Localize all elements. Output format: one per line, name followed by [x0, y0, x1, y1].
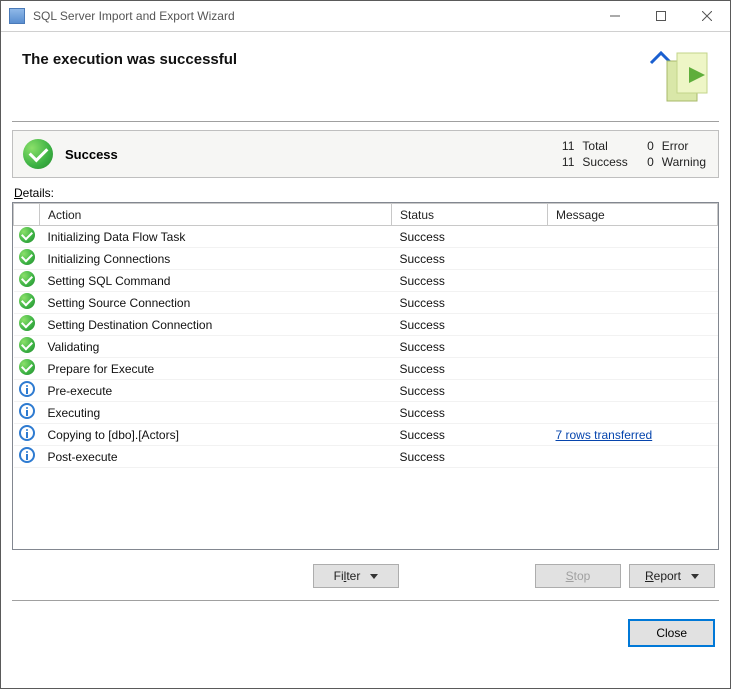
cell-message: [548, 358, 718, 380]
table-row[interactable]: Pre-executeSuccess: [14, 380, 718, 402]
success-count: 11: [556, 155, 574, 169]
table-row[interactable]: Setting SQL CommandSuccess: [14, 270, 718, 292]
cell-action: Post-execute: [40, 446, 392, 468]
cell-action: Copying to [dbo].[Actors]: [40, 424, 392, 446]
success-icon: [23, 139, 53, 169]
success-icon: [14, 358, 40, 380]
success-icon: [14, 292, 40, 314]
cell-message: [548, 270, 718, 292]
error-count: 0: [636, 139, 654, 153]
error-label: Error: [662, 139, 706, 153]
cell-status: Success: [392, 402, 548, 424]
window-title: SQL Server Import and Export Wizard: [33, 9, 235, 23]
table-row[interactable]: Setting Destination ConnectionSuccess: [14, 314, 718, 336]
cell-status: Success: [392, 270, 548, 292]
cell-status: Success: [392, 380, 548, 402]
footer: Close: [12, 600, 719, 661]
cell-message: [548, 248, 718, 270]
cell-action: Initializing Data Flow Task: [40, 226, 392, 248]
wizard-header: The execution was successful: [12, 43, 719, 121]
cell-action: Initializing Connections: [40, 248, 392, 270]
details-label: Details:: [14, 186, 717, 200]
success-label: Success: [582, 155, 627, 169]
success-icon: [14, 336, 40, 358]
close-window-button[interactable]: [684, 1, 730, 32]
table-row[interactable]: Copying to [dbo].[Actors]Success 7 rows t…: [14, 424, 718, 446]
status-panel: Success 11 Total 0 Error 11 Success 0 Wa…: [12, 130, 719, 178]
cell-status: Success: [392, 248, 548, 270]
info-icon: [14, 402, 40, 424]
total-count: 11: [556, 139, 574, 153]
table-row[interactable]: ValidatingSuccess: [14, 336, 718, 358]
stop-button: Stop: [535, 564, 621, 588]
cell-status: Success: [392, 424, 548, 446]
cell-message: 7 rows transferred: [548, 424, 718, 446]
col-status[interactable]: Status: [392, 204, 548, 226]
header-graphic: [649, 49, 713, 108]
cell-message: [548, 292, 718, 314]
info-icon: [14, 446, 40, 468]
minimize-icon: [610, 11, 620, 21]
cell-message: [548, 380, 718, 402]
warning-count: 0: [636, 155, 654, 169]
cell-action: Setting Destination Connection: [40, 314, 392, 336]
details-grid[interactable]: Action Status Message Initializing Data …: [12, 202, 719, 550]
cell-message: [548, 402, 718, 424]
col-icon[interactable]: [14, 204, 40, 226]
app-icon: [9, 8, 25, 24]
close-button[interactable]: Close: [628, 619, 715, 647]
cell-message: [548, 314, 718, 336]
cell-message: [548, 336, 718, 358]
cell-message: [548, 226, 718, 248]
table-row[interactable]: Initializing Data Flow TaskSuccess: [14, 226, 718, 248]
table-row[interactable]: Setting Source ConnectionSuccess: [14, 292, 718, 314]
cell-status: Success: [392, 446, 548, 468]
table-row[interactable]: Post-executeSuccess: [14, 446, 718, 468]
maximize-button[interactable]: [638, 1, 684, 32]
cell-status: Success: [392, 292, 548, 314]
action-buttons: Filter Stop Report: [12, 550, 719, 600]
warning-label: Warning: [662, 155, 706, 169]
titlebar[interactable]: SQL Server Import and Export Wizard: [1, 1, 730, 32]
success-icon: [14, 248, 40, 270]
success-icon: [14, 226, 40, 248]
cell-status: Success: [392, 336, 548, 358]
message-link[interactable]: 7 rows transferred: [556, 428, 653, 442]
status-text: Success: [65, 147, 118, 162]
status-counts: 11 Total 0 Error 11 Success 0 Warning: [556, 139, 706, 169]
cell-status: Success: [392, 314, 548, 336]
info-icon: [14, 424, 40, 446]
cell-action: Prepare for Execute: [40, 358, 392, 380]
cell-action: Executing: [40, 402, 392, 424]
cell-action: Setting SQL Command: [40, 270, 392, 292]
info-icon: [14, 380, 40, 402]
maximize-icon: [656, 11, 666, 21]
filter-button[interactable]: Filter: [313, 564, 399, 588]
cell-action: Setting Source Connection: [40, 292, 392, 314]
cell-status: Success: [392, 358, 548, 380]
total-label: Total: [582, 139, 627, 153]
cell-action: Validating: [40, 336, 392, 358]
table-row[interactable]: ExecutingSuccess: [14, 402, 718, 424]
report-button[interactable]: Report: [629, 564, 715, 588]
success-icon: [14, 314, 40, 336]
cell-status: Success: [392, 226, 548, 248]
table-header-row: Action Status Message: [14, 204, 718, 226]
close-icon: [702, 11, 712, 21]
minimize-button[interactable]: [592, 1, 638, 32]
cell-action: Pre-execute: [40, 380, 392, 402]
success-icon: [14, 270, 40, 292]
page-title: The execution was successful: [22, 51, 237, 68]
col-action[interactable]: Action: [40, 204, 392, 226]
table-row[interactable]: Prepare for ExecuteSuccess: [14, 358, 718, 380]
cell-message: [548, 446, 718, 468]
col-message[interactable]: Message: [548, 204, 718, 226]
table-row[interactable]: Initializing ConnectionsSuccess: [14, 248, 718, 270]
